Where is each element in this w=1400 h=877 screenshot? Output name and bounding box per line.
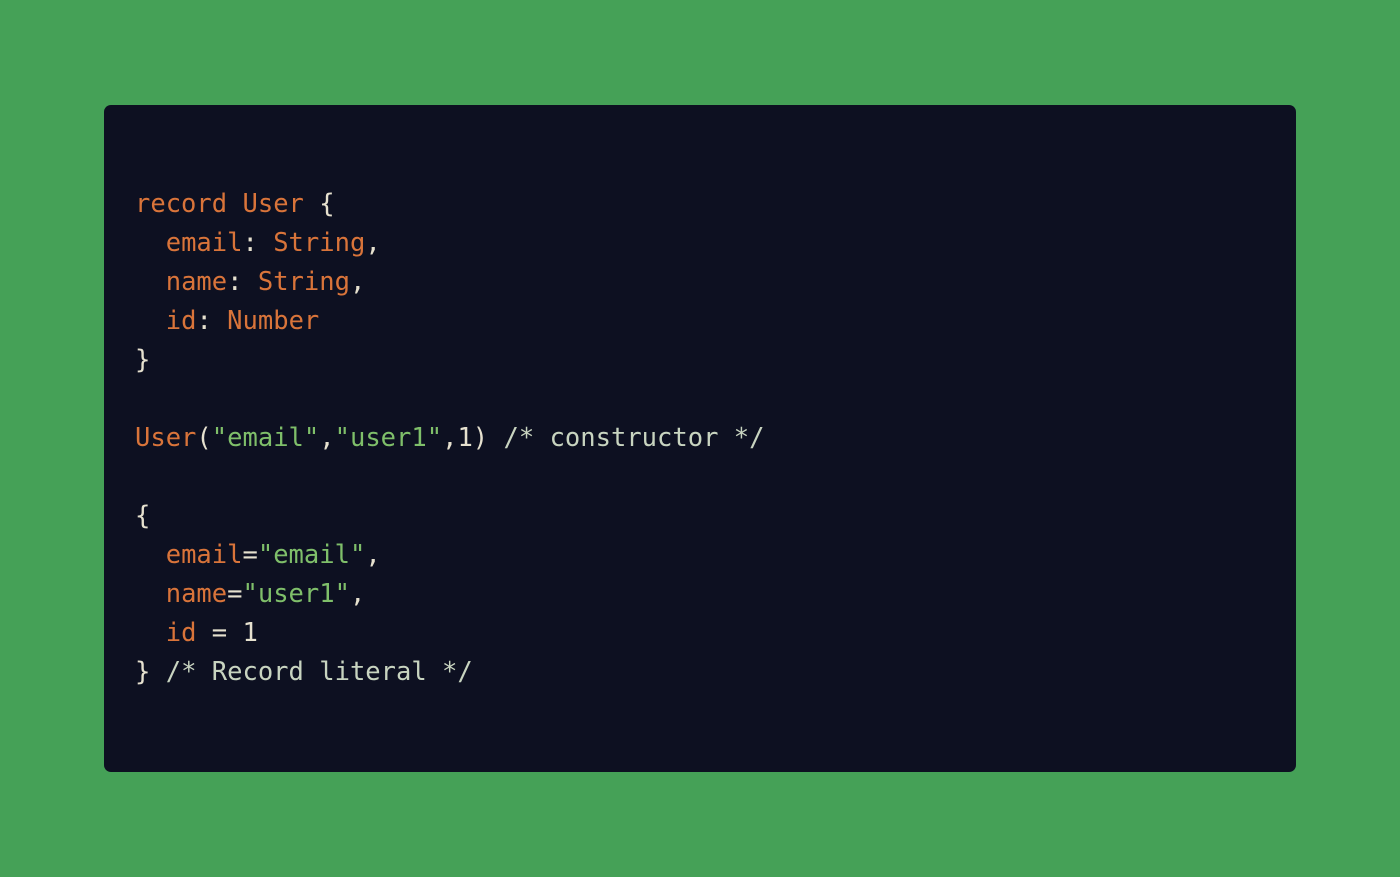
code-line: } <box>135 341 765 380</box>
code-line: record User { <box>135 185 765 224</box>
code-token-type: User <box>135 423 197 453</box>
code-line: User("email","user1",1) /* constructor *… <box>135 419 765 458</box>
code-token-punct: , <box>442 423 458 453</box>
code-token-field: id <box>165 618 197 648</box>
code-block: record User { email: String, name: Strin… <box>135 185 765 692</box>
code-token-punct: { <box>303 189 335 219</box>
code-token-string: "email" <box>257 540 366 570</box>
code-token-punct: : <box>227 267 258 297</box>
code-token-type: User <box>242 189 304 219</box>
code-token-type: String <box>257 267 350 297</box>
code-token-punct: , <box>365 540 381 570</box>
code-token-keyword: record <box>135 189 228 219</box>
code-token-punct <box>135 306 166 336</box>
code-token-number: 1 <box>457 423 473 453</box>
code-token-field: name <box>165 579 228 609</box>
code-token-punct: , <box>365 228 381 258</box>
code-token-punct: } <box>135 657 166 687</box>
code-token-string: "email" <box>211 423 320 453</box>
code-line: email="email", <box>135 536 765 575</box>
code-token-punct <box>135 618 166 648</box>
code-token-punct: , <box>349 267 366 297</box>
code-token-punct: = <box>242 540 258 570</box>
code-line: email: String, <box>135 224 765 263</box>
code-token-punct <box>135 540 166 570</box>
code-token-punct: , <box>319 423 335 453</box>
code-token-comment: /* constructor */ <box>503 423 765 453</box>
code-token-punct: } <box>135 345 151 375</box>
code-token-type: Number <box>227 306 320 336</box>
code-token-punct <box>227 189 242 219</box>
code-token-punct: { <box>135 501 151 531</box>
code-token-string: "user1" <box>242 579 350 609</box>
code-line: id: Number <box>135 302 765 341</box>
code-token-punct: , <box>349 579 366 609</box>
code-line: { <box>135 497 765 536</box>
code-token-number: 1 <box>242 618 258 648</box>
code-token-punct: = <box>196 618 243 648</box>
code-token-field: email <box>165 540 243 570</box>
code-token-string: "user1" <box>334 423 443 453</box>
code-token-field: email <box>165 228 243 258</box>
code-token-punct: : <box>196 306 228 336</box>
code-token-punct <box>135 228 166 258</box>
code-line: } /* Record literal */ <box>135 653 765 692</box>
code-token-punct <box>135 579 166 609</box>
code-token-punct: ) <box>472 423 504 453</box>
code-line: name="user1", <box>135 575 765 614</box>
code-token-punct: = <box>227 579 243 609</box>
code-token-punct: : <box>242 228 274 258</box>
code-line: id = 1 <box>135 614 765 653</box>
code-token-comment: /* Record literal */ <box>165 657 473 687</box>
code-token-punct <box>135 267 166 297</box>
code-token-punct: ( <box>196 423 212 453</box>
code-token-type: String <box>273 228 366 258</box>
code-line: name: String, <box>135 263 765 302</box>
code-token-field: id <box>165 306 197 336</box>
code-token-field: name <box>165 267 228 297</box>
